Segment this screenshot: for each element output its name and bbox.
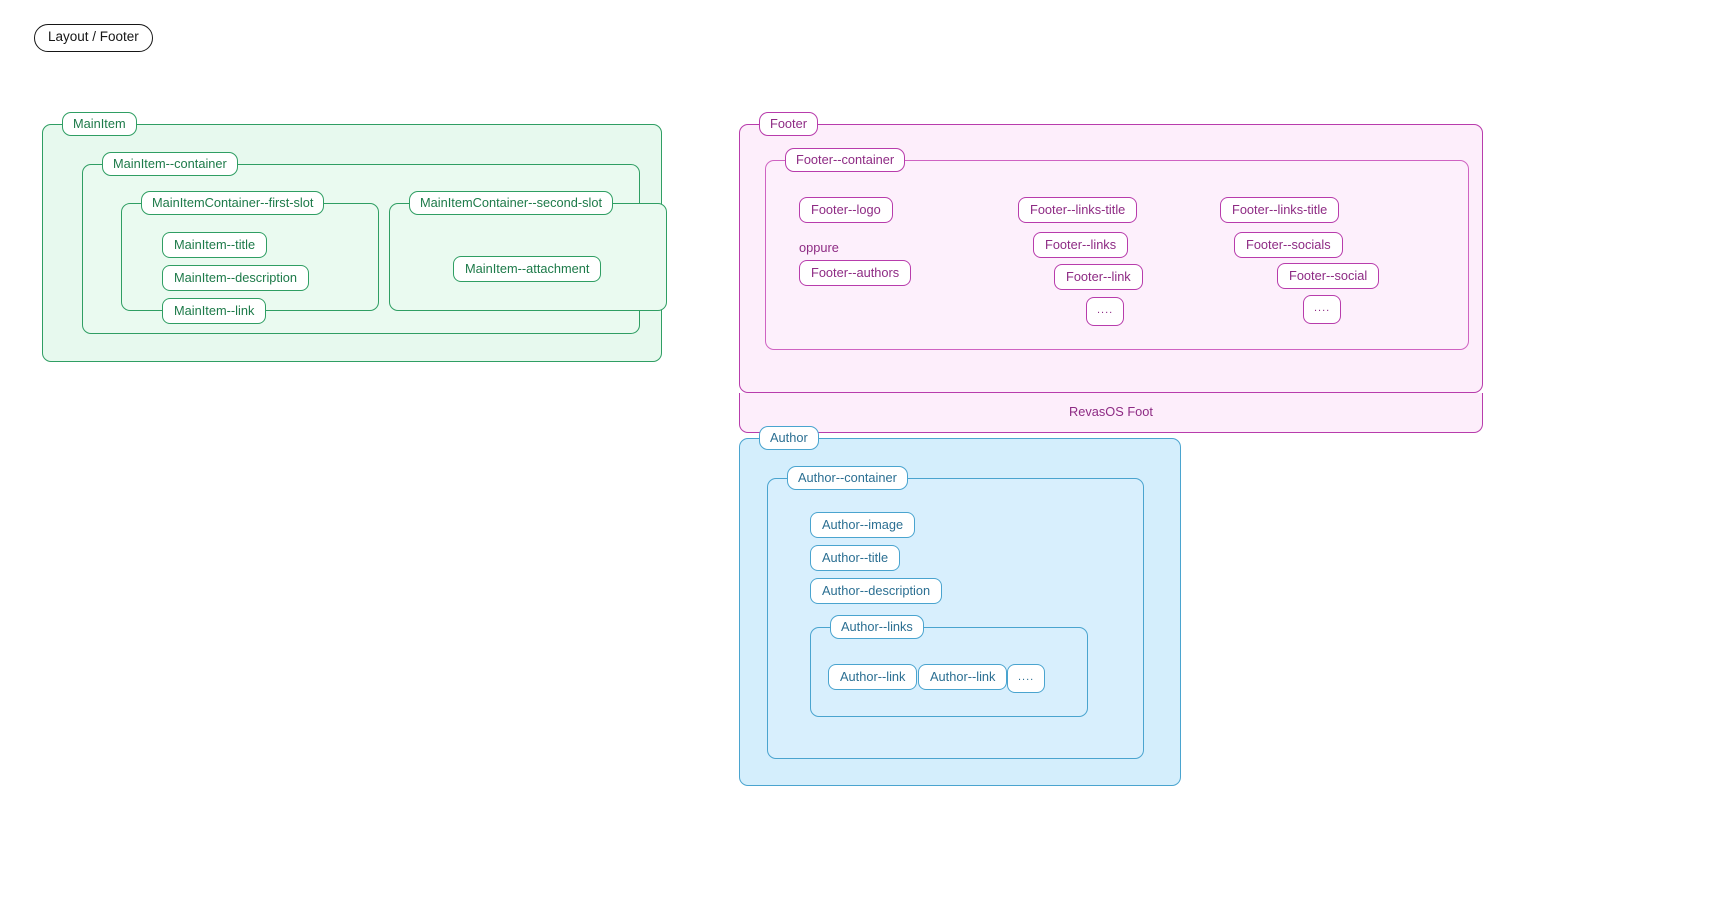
node-author-description[interactable]: Author--description (810, 578, 943, 605)
group-label-main-item: MainItem (62, 112, 137, 137)
node-footer-logo[interactable]: Footer--logo (799, 197, 893, 224)
node-author-links-more[interactable]: .... (1007, 664, 1046, 693)
node-author-image[interactable]: Author--image (810, 512, 916, 539)
node-main-item-attachment[interactable]: MainItem--attachment (453, 256, 602, 283)
node-main-item-link[interactable]: MainItem--link (162, 298, 267, 325)
group-label-footer: Footer (759, 112, 818, 137)
group-label-author: Author (759, 426, 819, 451)
node-author-link-2[interactable]: Author--link (918, 664, 1008, 691)
node-footer-authors[interactable]: Footer--authors (799, 260, 912, 287)
group-author-links: Author--links Author--link Author--link … (810, 615, 1088, 717)
group-label-author-container: Author--container (787, 466, 908, 491)
group-footer: Footer Footer--container Footer--logo op… (739, 112, 1483, 417)
node-main-item-description[interactable]: MainItem--description (162, 265, 310, 292)
group-label-footer-container: Footer--container (785, 148, 906, 173)
group-author: Author Author--container Author--image A… (739, 426, 1181, 786)
group-footer-container: Footer--container Footer--logo oppure Fo… (765, 148, 1469, 350)
node-footer-socials-more[interactable]: .... (1303, 295, 1342, 324)
group-main-item: MainItem MainItem--container MainItemCon… (42, 112, 667, 362)
group-main-item-second-slot: MainItemContainer--second-slot MainItem-… (389, 191, 667, 311)
node-footer-socials[interactable]: Footer--socials (1234, 232, 1343, 259)
node-footer-links-more[interactable]: .... (1086, 297, 1125, 326)
node-footer-links[interactable]: Footer--links (1033, 232, 1129, 259)
node-footer-social[interactable]: Footer--social (1277, 263, 1380, 290)
node-main-item-title[interactable]: MainItem--title (162, 232, 268, 259)
group-label-first-slot: MainItemContainer--first-slot (141, 191, 325, 216)
footer-bottom-bar-text: RevasOS Foot (1069, 404, 1153, 419)
node-author-title[interactable]: Author--title (810, 545, 901, 572)
group-main-item-first-slot: MainItemContainer--first-slot MainItem--… (121, 191, 379, 325)
node-footer-links-title-two[interactable]: Footer--links-title (1220, 197, 1340, 224)
node-footer-links-title-one[interactable]: Footer--links-title (1018, 197, 1138, 224)
breadcrumb[interactable]: Layout / Footer (34, 24, 153, 52)
group-label-second-slot: MainItemContainer--second-slot (409, 191, 614, 216)
footer-alternative-label: oppure (799, 240, 839, 255)
node-footer-link[interactable]: Footer--link (1054, 264, 1143, 291)
node-author-link-1[interactable]: Author--link (828, 664, 918, 691)
group-label-author-links: Author--links (830, 615, 924, 640)
group-label-main-item-container: MainItem--container (102, 152, 238, 177)
diagram-canvas: Layout / Footer MainItem MainItem--conta… (0, 0, 1720, 921)
group-author-container: Author--container Author--image Author--… (767, 466, 1144, 759)
group-main-item-container: MainItem--container MainItemContainer--f… (82, 152, 667, 334)
